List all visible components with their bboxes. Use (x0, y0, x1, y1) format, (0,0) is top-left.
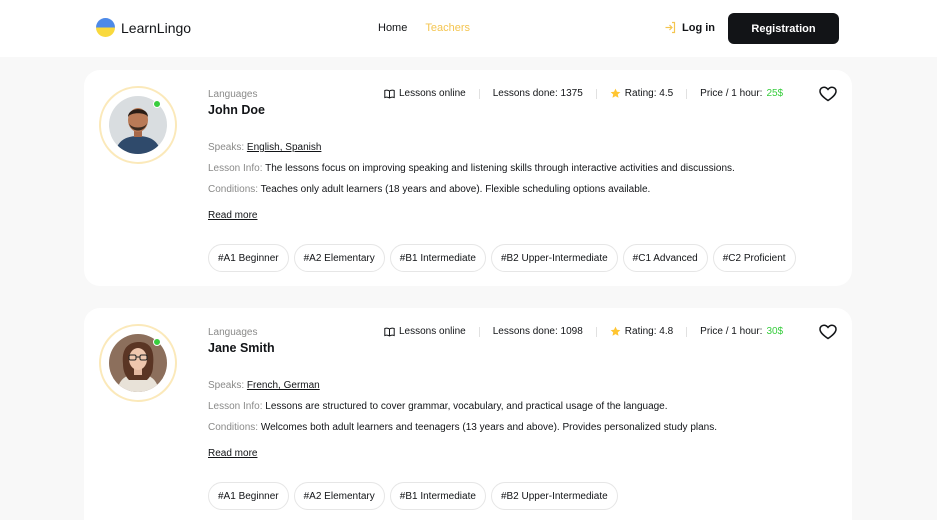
online-indicator (153, 100, 161, 108)
teacher-stats: Lessons online Lessons done: 1098 Rating… (384, 326, 783, 337)
price-stat: Price / 1 hour: 25$ (700, 88, 783, 99)
main-nav: Home Teachers (378, 22, 470, 34)
level-tag[interactable]: #B1 Intermediate (389, 244, 486, 272)
avatar-frame (99, 324, 177, 402)
speaks-row: Speaks: English, Spanish (208, 142, 321, 153)
rating-label: Rating: 4.8 (624, 326, 674, 337)
lessons-online-stat: Lessons online (384, 326, 466, 337)
lesson-info-text: Lessons are structured to cover grammar,… (265, 401, 668, 412)
teacher-card: Languages John Doe Lessons online Lesson… (84, 70, 852, 286)
conditions-text: Teaches only adult learners (18 years an… (260, 184, 651, 195)
level-tags: #A1 Beginner #A2 Elementary #B1 Intermed… (208, 244, 796, 272)
price-value: 25$ (766, 88, 784, 99)
lesson-info-row: Lesson Info: Lessons are structured to c… (208, 401, 668, 412)
lesson-info-text: The lessons focus on improving speaking … (265, 163, 735, 174)
price-label: Price / 1 hour: (700, 88, 763, 99)
lessons-online-label: Lessons online (399, 326, 466, 337)
site-header: LearnLingo Home Teachers Log in Registra… (0, 0, 937, 57)
lessons-online-stat: Lessons online (384, 88, 466, 99)
languages-label: Languages (208, 89, 258, 100)
conditions-row: Conditions: Welcomes both adult learners… (208, 422, 717, 433)
speaks-row: Speaks: French, German (208, 380, 320, 391)
lesson-info-row: Lesson Info: The lessons focus on improv… (208, 163, 735, 174)
avatar-frame (99, 86, 177, 164)
conditions-text: Welcomes both adult learners and teenage… (260, 422, 718, 433)
read-more-link[interactable]: Read more (208, 448, 257, 459)
speaks-value: French, German (246, 380, 320, 391)
star-icon (610, 326, 621, 336)
star-icon (610, 88, 621, 98)
login-button[interactable]: Log in (664, 21, 715, 34)
lesson-info-label: Lesson Info: (208, 163, 263, 174)
divider (686, 326, 688, 337)
teacher-stats: Lessons online Lessons done: 1375 Rating… (384, 88, 783, 99)
login-icon (665, 21, 676, 34)
logo-text: LearnLingo (121, 19, 192, 36)
divider (595, 88, 597, 99)
level-tags: #A1 Beginner #A2 Elementary #B1 Intermed… (208, 482, 618, 510)
read-more-link[interactable]: Read more (208, 210, 257, 221)
teacher-name: Jane Smith (208, 341, 275, 355)
nav-home-link[interactable]: Home (378, 22, 407, 34)
teacher-name: John Doe (208, 103, 265, 117)
level-tag[interactable]: #A1 Beginner (208, 482, 289, 510)
level-tag[interactable]: #C1 Advanced (622, 244, 708, 272)
favorite-heart-icon[interactable] (819, 324, 837, 340)
level-tag[interactable]: #A1 Beginner (208, 244, 289, 272)
level-tag[interactable]: #A2 Elementary (293, 244, 385, 272)
speaks-label: Speaks: (208, 380, 245, 391)
registration-button[interactable]: Registration (728, 13, 839, 44)
book-icon (384, 89, 395, 99)
price-value: 30$ (766, 326, 784, 337)
online-indicator (153, 338, 161, 346)
speaks-value: English, Spanish (246, 142, 322, 153)
login-label: Log in (682, 21, 715, 34)
lesson-info-label: Lesson Info: (208, 401, 263, 412)
lessons-online-label: Lessons online (399, 88, 466, 99)
level-tag[interactable]: #A2 Elementary (293, 482, 385, 510)
lessons-done-stat: Lessons done: 1375 (492, 88, 583, 99)
divider (595, 326, 597, 337)
speaks-label: Speaks: (208, 142, 245, 153)
price-label: Price / 1 hour: (700, 326, 763, 337)
level-tag[interactable]: #B2 Upper-Intermediate (490, 244, 618, 272)
level-tag[interactable]: #C2 Proficient (712, 244, 796, 272)
level-tag[interactable]: #B1 Intermediate (389, 482, 486, 510)
book-icon (384, 327, 395, 337)
rating-label: Rating: 4.5 (624, 88, 674, 99)
rating-stat: Rating: 4.8 (610, 326, 673, 337)
divider (478, 326, 480, 337)
divider (478, 88, 480, 99)
ukraine-flag-logo-icon (96, 18, 115, 37)
conditions-label: Conditions: (208, 422, 259, 433)
conditions-label: Conditions: (208, 184, 259, 195)
logo[interactable]: LearnLingo (96, 18, 191, 37)
languages-label: Languages (208, 327, 258, 338)
divider (686, 88, 688, 99)
nav-teachers-link[interactable]: Teachers (425, 22, 470, 34)
conditions-row: Conditions: Teaches only adult learners … (208, 184, 650, 195)
favorite-heart-icon[interactable] (819, 86, 837, 102)
teacher-card: Languages Jane Smith Lessons online Less… (84, 308, 852, 520)
lessons-done-stat: Lessons done: 1098 (492, 326, 583, 337)
rating-stat: Rating: 4.5 (610, 88, 673, 99)
level-tag[interactable]: #B2 Upper-Intermediate (490, 482, 618, 510)
price-stat: Price / 1 hour: 30$ (700, 326, 783, 337)
